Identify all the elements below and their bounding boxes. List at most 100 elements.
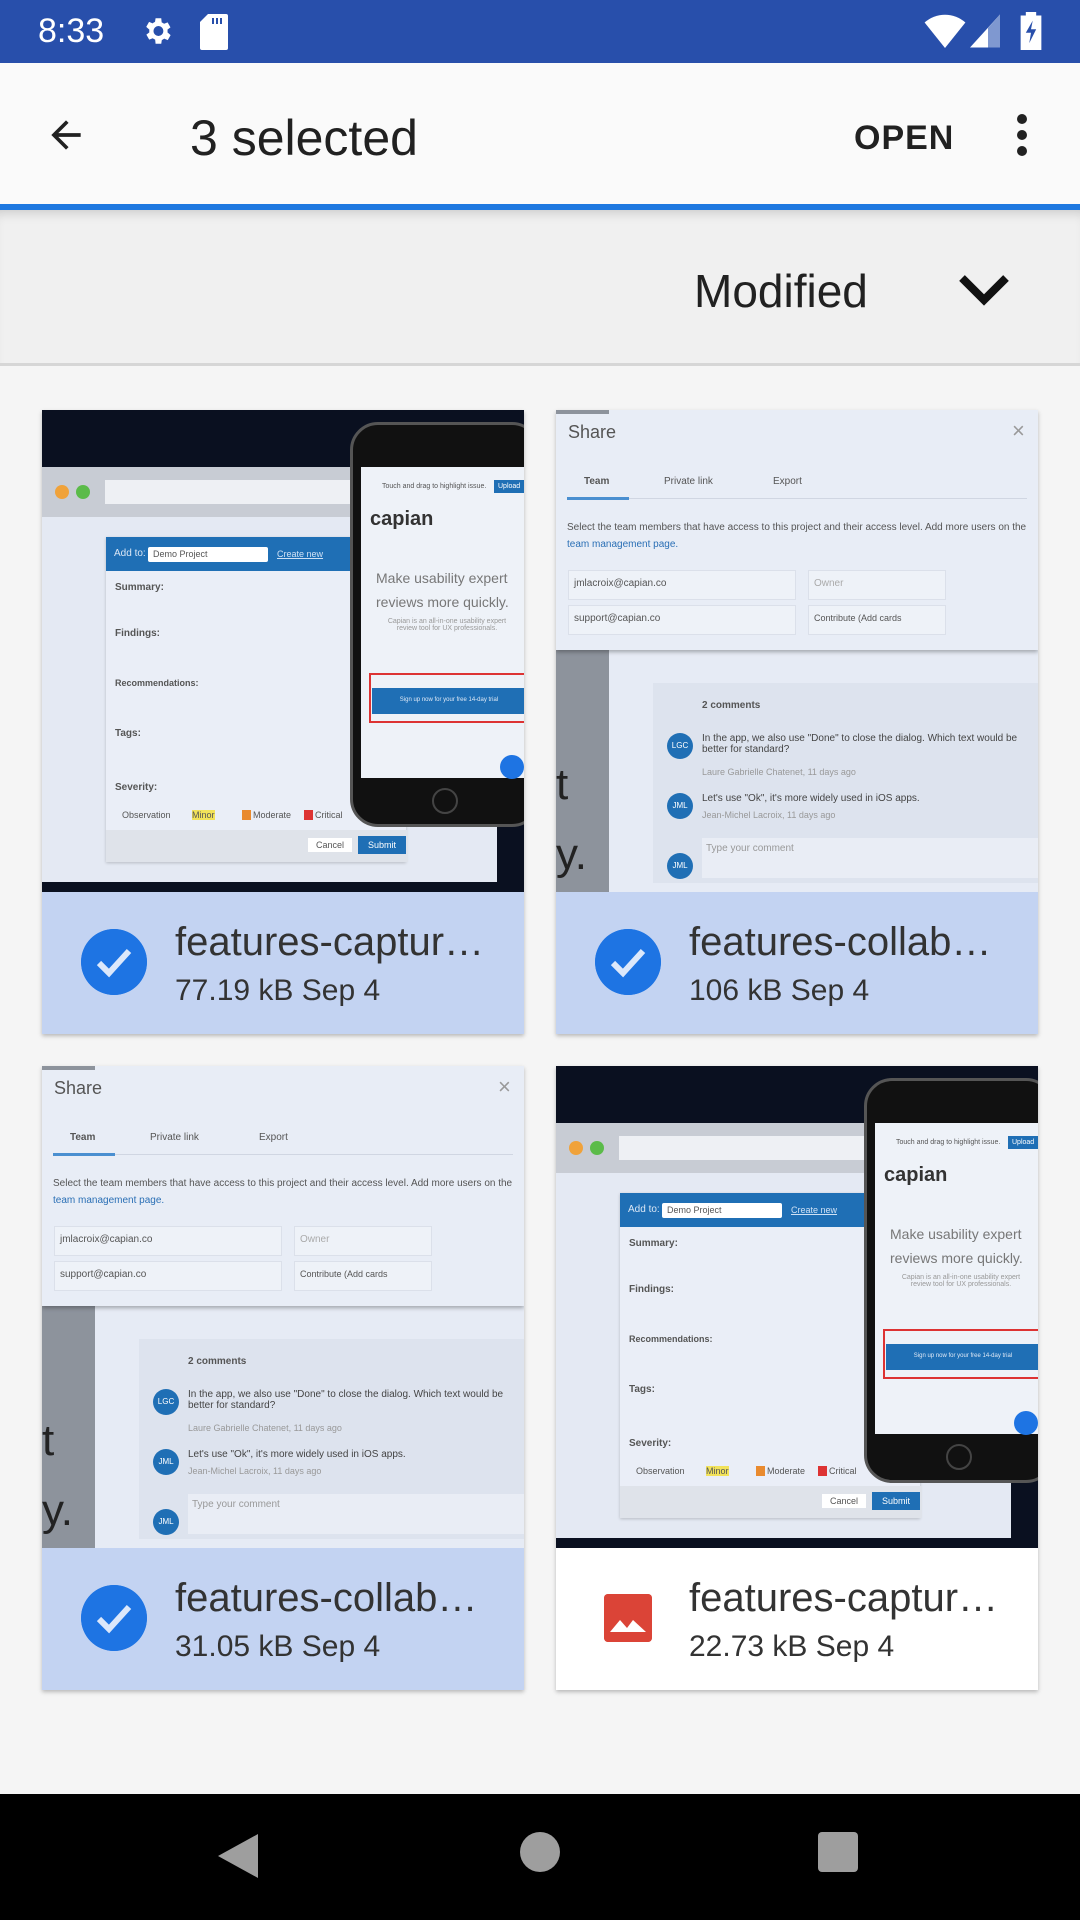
thumbnail-detail: t [42,1416,55,1465]
thumbnail-detail: team management page. [53,1195,165,1206]
recents-square-icon[interactable] [818,1832,858,1872]
thumbnail-detail: Demo Project [667,1205,722,1215]
settings-icon [146,18,171,44]
file-card-footer[interactable]: features-collab… 31.05 kB Sep 4 [42,1548,524,1690]
thumbnail-detail: Capian is an all-in-one usability expert… [387,618,507,632]
thumbnail-detail: Select the team members that have access… [567,519,1029,553]
thumbnail-detail: Let's use "Ok", it's more widely used in… [188,1449,406,1460]
thumbnail-detail: Recommendations: [115,678,199,688]
chevron-down-icon[interactable] [958,270,1010,310]
thumbnail-detail: Demo Project [153,549,208,559]
thumbnail-detail: JML [153,1449,179,1475]
file-card-footer[interactable]: features-collab… 106 kB Sep 4 [556,892,1038,1034]
thumbnail-detail: 2 comments [702,700,761,711]
thumbnail-detail [569,1141,583,1155]
thumbnail-capture: Add to: Demo Project Create new Summary:… [556,1066,1038,1548]
file-meta: 31.05 kB Sep 4 [175,1630,380,1664]
file-name: features-captur… [175,920,485,964]
app-bar: 3 selected OPEN [0,63,1080,205]
thumbnail-detail: support@capian.co [574,613,661,624]
file-meta: 22.73 kB Sep 4 [689,1630,894,1664]
thumbnail-detail: Summary: [115,582,164,593]
thumbnail-detail: Capian is an all-in-one usability expert… [901,1274,1021,1288]
thumbnail-detail: Select the team members that have access… [567,522,1027,533]
thumbnail-detail [556,410,609,414]
checkmark-selected-icon[interactable] [595,929,661,995]
file-date: Sep 4 [301,974,381,1007]
checkmark-selected-icon[interactable] [81,1585,147,1651]
thumbnail-detail [53,1154,513,1155]
file-card-footer[interactable]: features-captur… 22.73 kB Sep 4 [556,1548,1038,1690]
file-name: features-collab… [175,1576,478,1620]
thumbnail-detail: Add to: [628,1204,660,1215]
thumbnail-detail [567,498,1027,499]
thumbnail-detail: Add to: [114,548,146,559]
thumbnail-detail: Critical [304,810,343,820]
thumbnail-detail: Observation [636,1466,685,1476]
file-card[interactable]: t y. 2 comments LGC In the app, we also … [556,410,1038,1034]
file-card-footer[interactable]: features-captur… 77.19 kB Sep 4 [42,892,524,1034]
thumbnail-detail: JML [667,793,693,819]
thumbnail-detail [946,1444,972,1470]
thumbnail-detail: reviews more quickly. [890,1250,1023,1266]
thumbnail-capture: Add to: Demo Project Create new Summary:… [42,410,524,892]
thumbnail-detail: Create new [277,549,324,559]
file-date: Sep 4 [815,1630,895,1663]
thumbnail-detail [76,485,90,499]
thumbnail-detail: Moderate [756,1466,805,1476]
selection-count-title: 3 selected [190,110,418,166]
file-meta: 106 kB Sep 4 [689,974,869,1008]
file-card[interactable]: Add to: Demo Project Create new Summary:… [42,410,524,1034]
thumbnail-detail: Findings: [629,1284,674,1295]
thumbnail-detail: Sign up now for your free 14-day trial [886,1344,1038,1370]
file-card[interactable]: Add to: Demo Project Create new Summary:… [556,1066,1038,1690]
navigation-bar [0,1794,1080,1920]
thumbnail-detail: In the app, we also use "Done" to close … [702,733,1018,755]
thumbnail-detail [567,497,629,500]
thumbnail-detail: Create new [791,1205,838,1215]
thumbnail-collab: t y. 2 comments LGC In the app, we also … [556,410,1038,892]
thumbnail-detail [619,1136,869,1160]
sd-card-icon [200,14,228,50]
thumbnail-detail: Team [70,1132,96,1143]
thumbnail-detail: × [498,1074,511,1099]
checkmark-selected-icon[interactable] [81,929,147,995]
signal-icon [970,14,1000,48]
thumbnail-detail: Findings: [115,628,160,639]
thumbnail-detail: Minor [192,810,215,820]
thumbnail-detail: Contribute (Add cards [814,613,902,623]
thumbnail-detail: Export [259,1132,288,1143]
thumbnail-detail [590,1141,604,1155]
image-file-icon [604,1594,652,1642]
thumbnail-detail: Type your comment [192,1499,280,1510]
clock: 8:33 [38,12,105,50]
open-button[interactable]: OPEN [854,119,954,158]
back-arrow-icon[interactable] [44,113,88,157]
sort-bar[interactable]: Modified [0,210,1080,366]
back-triangle-icon[interactable] [218,1834,258,1878]
sort-label[interactable]: Modified [694,264,868,318]
thumbnail-detail: Contribute (Add cards [300,1269,388,1279]
file-size: 106 kB [689,974,783,1007]
thumbnail-detail: Cancel [308,838,353,852]
thumbnail-detail [42,1066,95,1070]
thumbnail-detail: Tags: [115,728,141,739]
file-size: 22.73 kB [689,1630,808,1663]
thumbnail-detail: Type your comment [706,843,794,854]
thumbnail-detail: LGC [153,1389,179,1415]
thumbnail-detail: jmlacroix@capian.co [60,1234,153,1245]
thumbnail-detail: Observation [122,810,171,820]
more-vert-icon[interactable] [1006,113,1038,157]
thumbnail-detail: Share [568,422,617,442]
thumbnail-detail: Tags: [629,1384,655,1395]
thumbnail-detail: t [556,760,569,809]
home-circle-icon[interactable] [520,1832,560,1872]
thumbnail-detail: Upload [1008,1136,1038,1149]
thumbnail-detail: Team [584,476,610,487]
file-card[interactable]: t y. 2 comments LGC In the app, we also … [42,1066,524,1690]
thumbnail-detail: Private link [664,476,713,487]
thumbnail-detail [432,788,458,814]
thumbnail-detail: Jean-Michel Lacroix, 11 days ago [188,1466,322,1476]
thumbnail-detail [1014,1411,1038,1435]
thumbnail-detail [500,755,524,779]
